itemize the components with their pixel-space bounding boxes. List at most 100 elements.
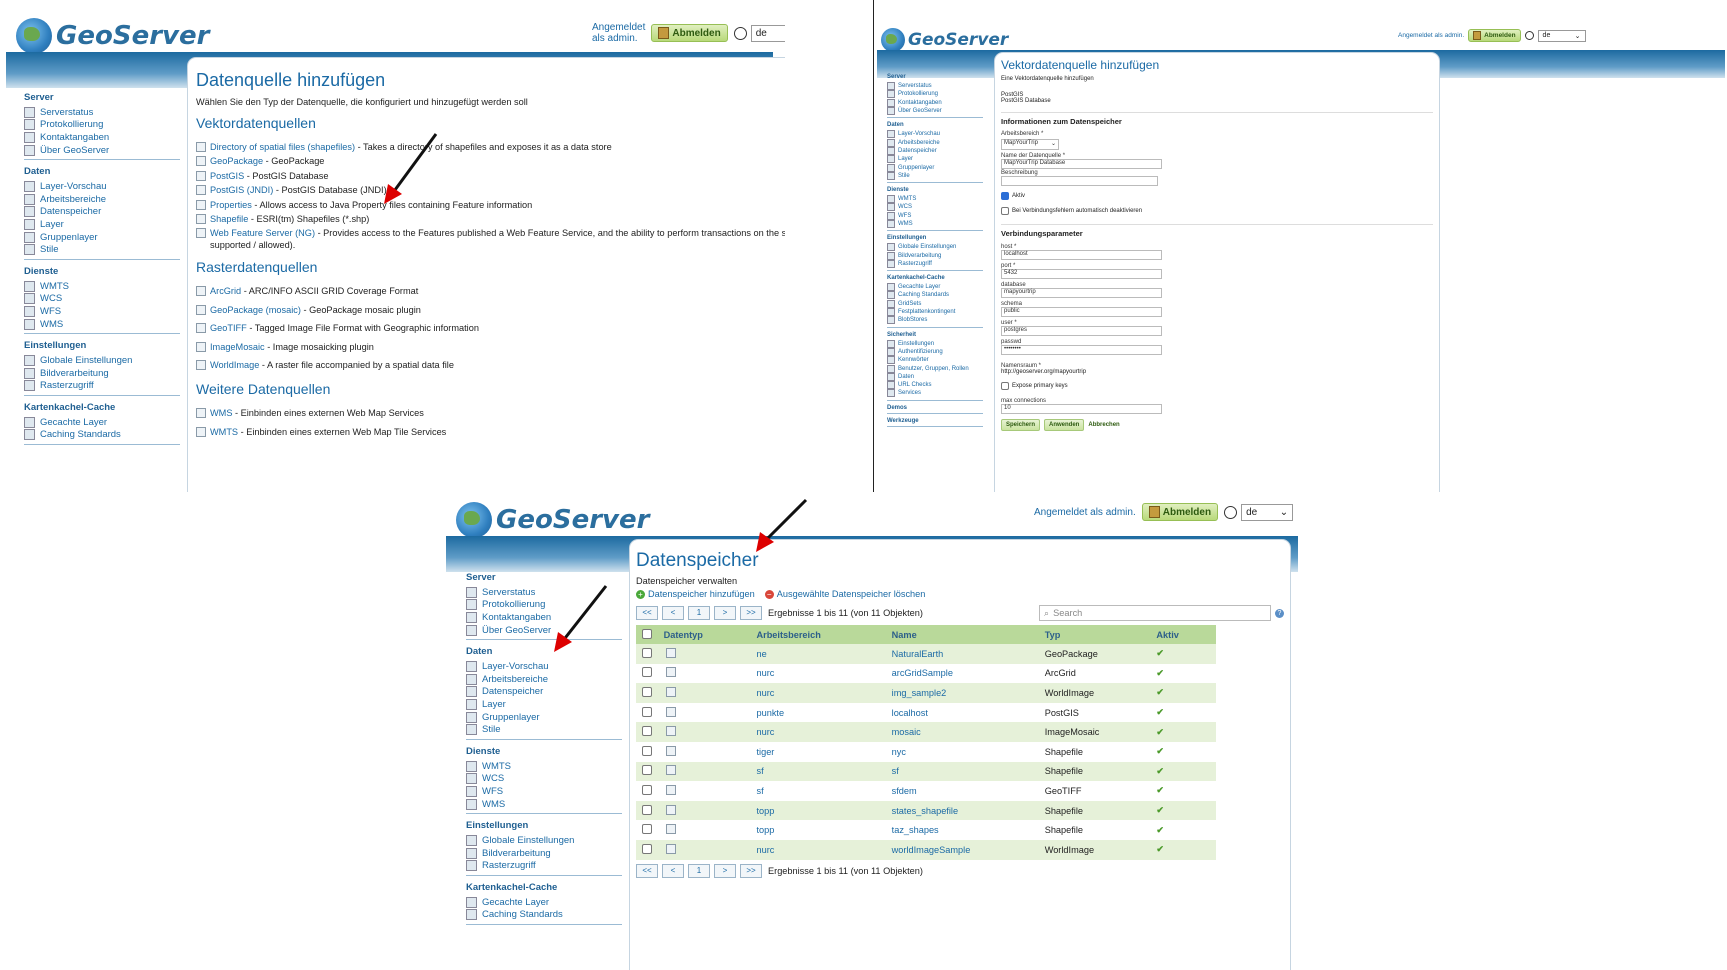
sidebar-item[interactable]: Layer [887, 155, 983, 164]
sidebar-item[interactable]: WCS [466, 773, 622, 786]
sidebar-item[interactable]: Einstellungen [887, 339, 983, 348]
sidebar-item[interactable]: Caching Standards [24, 429, 180, 442]
sidebar-item[interactable]: Layer-Vorschau [24, 180, 180, 193]
row-checkbox[interactable] [642, 686, 652, 697]
sidebar-item[interactable]: Benutzer, Gruppen, Rollen [887, 364, 983, 373]
workspace-cell[interactable]: nurc [755, 664, 890, 684]
sidebar-item[interactable]: WCS [887, 203, 983, 212]
param-input[interactable]: •••••••• [1001, 345, 1162, 355]
row-checkbox[interactable] [642, 726, 652, 737]
sidebar-item[interactable]: WCS [24, 293, 180, 306]
sidebar-item[interactable]: GridSets [887, 299, 983, 308]
sidebar-item[interactable]: Layer-Vorschau [466, 660, 622, 673]
datasource-link[interactable]: WorldImage [210, 360, 259, 370]
sidebar-item[interactable]: Über GeoServer [887, 107, 983, 116]
pager-button[interactable]: >> [740, 606, 762, 620]
help-icon[interactable]: ? [1275, 608, 1284, 618]
name-cell[interactable]: localhost [891, 703, 1044, 723]
datasource-link[interactable]: WMS [210, 408, 232, 418]
name-cell[interactable]: taz_shapes [891, 820, 1044, 840]
sidebar-item[interactable]: WMS [24, 318, 180, 331]
row-select[interactable] [636, 644, 663, 664]
sidebar-item[interactable]: WFS [466, 785, 622, 798]
row-select[interactable] [636, 761, 663, 782]
sidebar-item[interactable]: Gecachte Layer [24, 416, 180, 429]
pager-button[interactable]: < [662, 606, 684, 620]
sidebar-item[interactable]: Layer-Vorschau [887, 130, 983, 139]
name-cell[interactable]: mosaic [890, 722, 1044, 742]
datasource-link[interactable]: Directory of spatial files (shapefiles) [210, 142, 355, 152]
sidebar-item[interactable]: WMTS [24, 280, 180, 293]
sidebar-item[interactable]: WMTS [887, 195, 983, 204]
language-select[interactable]: de⌄ [733, 24, 785, 42]
param-input[interactable]: mapyourtrip [1001, 288, 1162, 298]
maxconn-input[interactable]: 10 [1001, 404, 1162, 414]
sidebar-item[interactable]: Arbeitsbereiche [466, 673, 622, 686]
row-checkbox[interactable] [642, 745, 652, 756]
sidebar-item[interactable]: Bildverarbeitung [24, 367, 180, 380]
workspace-cell[interactable]: topp [755, 820, 890, 840]
sidebar-item[interactable]: Datenspeicher [24, 206, 180, 219]
pager-button[interactable]: << [636, 863, 658, 878]
column-header[interactable]: Aktiv [1155, 625, 1216, 644]
language-select[interactable]: de⌄ [1224, 503, 1294, 521]
geoserver-logo[interactable]: GeoServer [456, 502, 649, 538]
column-header[interactable]: Typ [1043, 625, 1156, 644]
name-cell[interactable]: NaturalEarth [890, 644, 1044, 664]
header-select-all[interactable] [636, 625, 663, 644]
datasource-link[interactable]: Properties [210, 200, 252, 210]
sidebar-item[interactable]: Protokollierung [24, 119, 180, 132]
sidebar-item[interactable]: Datenspeicher [466, 686, 622, 699]
row-checkbox[interactable] [642, 706, 652, 717]
row-select[interactable] [636, 683, 663, 703]
row-checkbox[interactable] [642, 804, 652, 815]
sidebar-item[interactable]: Rasterzugriff [887, 259, 983, 268]
logout-button[interactable]: Abmelden [1141, 503, 1219, 521]
sidebar-item[interactable]: Stile [466, 723, 622, 736]
param-input[interactable]: public [1001, 307, 1162, 317]
sidebar-item[interactable]: Serverstatus [24, 106, 180, 119]
datasource-link[interactable]: Web Feature Server (NG) [210, 228, 315, 238]
select-all-checkbox[interactable] [642, 628, 652, 639]
sidebar-item[interactable]: Layer [466, 698, 622, 711]
sidebar-item[interactable]: WMTS [466, 760, 622, 773]
name-cell[interactable]: arcGridSample [891, 664, 1044, 684]
workspace-cell[interactable]: punkte [755, 703, 890, 723]
column-header[interactable]: Name [890, 625, 1044, 644]
workspace-select[interactable]: MapYourTrip ⌄ [1001, 139, 1059, 150]
sidebar-item[interactable]: WMS [466, 798, 622, 811]
workspace-cell[interactable]: nurc [755, 683, 891, 703]
pager-button[interactable]: > [714, 863, 736, 878]
datasource-link[interactable]: Shapefile [210, 214, 248, 224]
name-input[interactable]: MapYourTrip Database [1001, 159, 1162, 169]
sidebar-item[interactable]: Globale Einstellungen [887, 243, 983, 252]
column-header[interactable]: Arbeitsbereich [755, 625, 891, 644]
row-select[interactable] [636, 742, 663, 762]
datasource-link[interactable]: GeoPackage [210, 156, 263, 166]
workspace-cell[interactable]: nurc [755, 839, 891, 860]
name-cell[interactable]: worldImageSample [890, 839, 1044, 860]
pager-button[interactable]: > [714, 606, 736, 620]
sidebar-item[interactable]: Bildverarbeitung [887, 251, 983, 260]
name-cell[interactable]: sfdem [891, 781, 1044, 801]
sidebar-item[interactable]: Bildverarbeitung [466, 847, 622, 860]
row-select[interactable] [636, 722, 663, 742]
sidebar-item[interactable]: Festplattenkontingent [887, 308, 983, 317]
sidebar-item[interactable]: Rasterzugriff [466, 860, 622, 873]
geoserver-logo[interactable]: GeoServer [16, 18, 209, 54]
datasource-link[interactable]: ImageMosaic [210, 342, 265, 352]
geoserver-logo[interactable]: GeoServer [881, 28, 1008, 52]
workspace-cell[interactable]: topp [755, 800, 891, 821]
sidebar-item[interactable]: Daten [887, 372, 983, 381]
sidebar-item[interactable]: WMS [887, 220, 983, 228]
workspace-cell[interactable]: sf [755, 761, 891, 782]
sidebar-item[interactable]: Über GeoServer [24, 144, 180, 157]
sidebar-item[interactable]: Caching Standards [466, 909, 622, 922]
row-checkbox[interactable] [642, 765, 652, 776]
pager-button[interactable]: 1 [688, 606, 710, 620]
sidebar-item[interactable]: Globale Einstellungen [24, 354, 180, 367]
workspace-cell[interactable]: nurc [755, 722, 891, 742]
datasource-link[interactable]: GeoTIFF [210, 323, 247, 333]
sidebar-item[interactable]: Gruppenlayer [887, 163, 983, 172]
enabled-checkbox[interactable] [1001, 192, 1009, 200]
